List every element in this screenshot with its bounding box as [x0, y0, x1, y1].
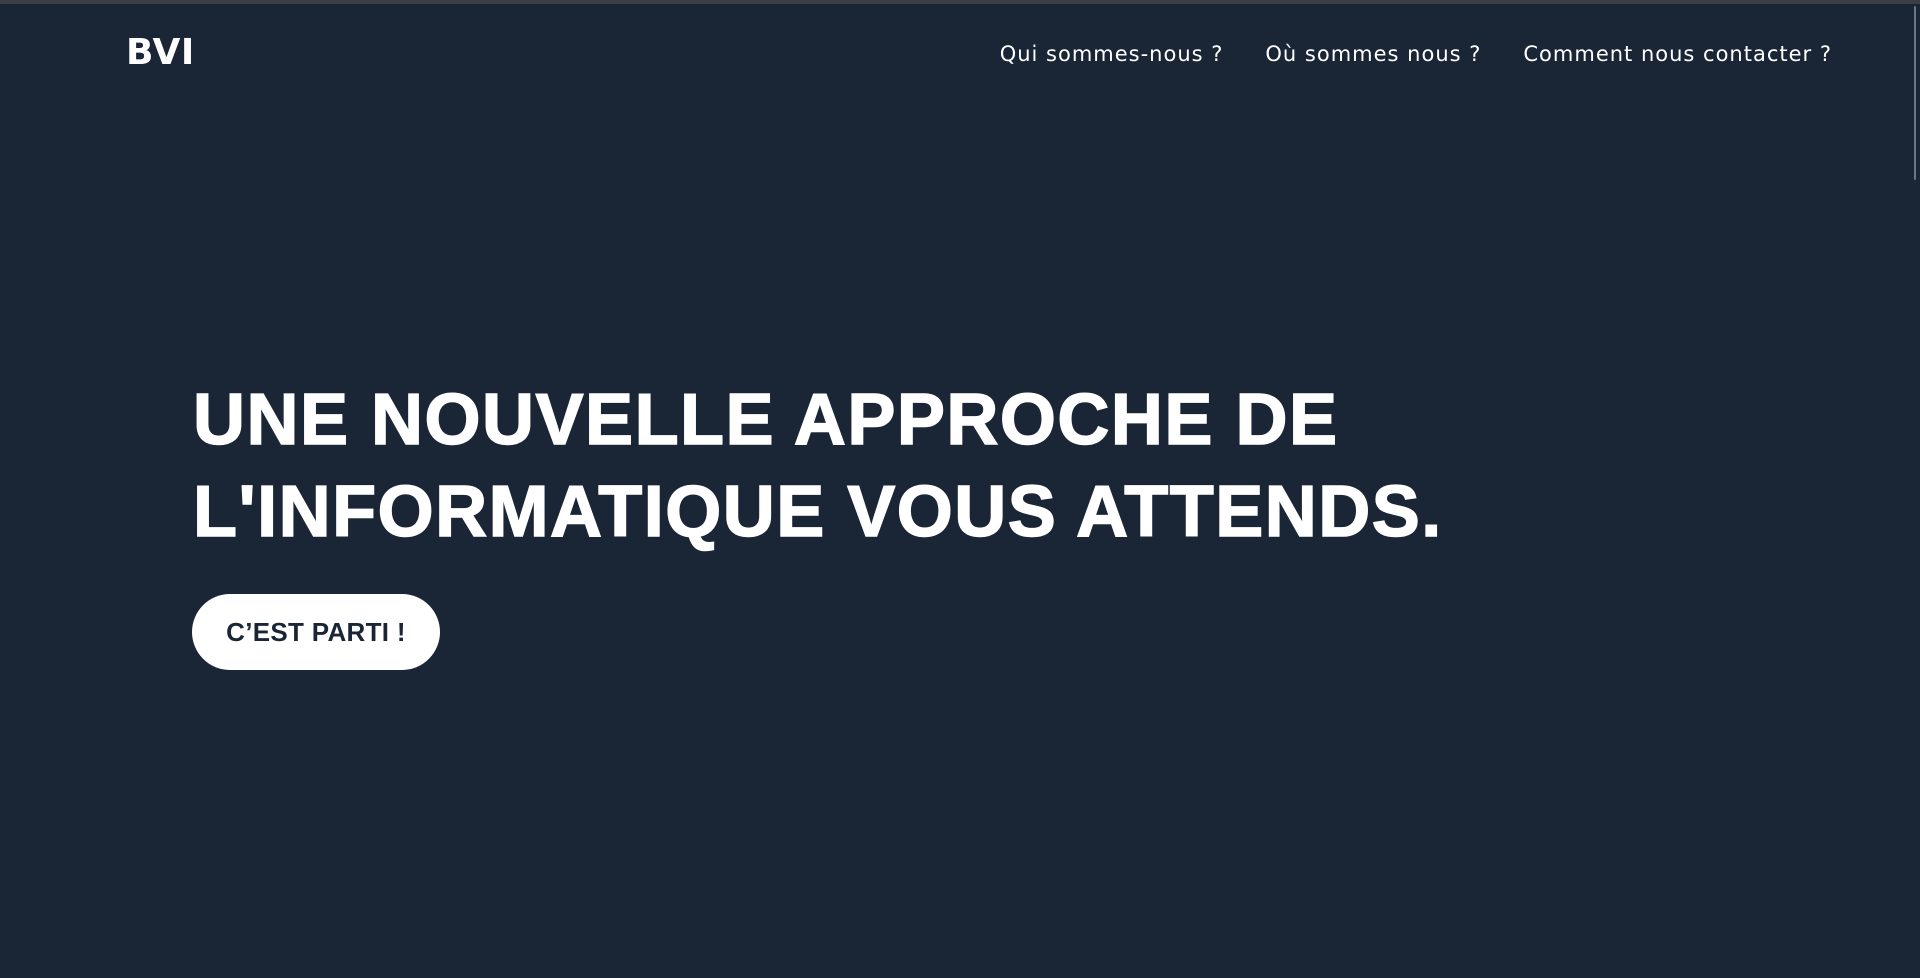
brand-logo[interactable]: BVI [126, 32, 195, 73]
navbar: BVI Qui sommes-nous ? Où sommes nous ? C… [0, 4, 1902, 109]
nav-link-contact[interactable]: Comment nous contacter ? [1523, 42, 1832, 66]
page: BVI Qui sommes-nous ? Où sommes nous ? C… [0, 4, 1902, 978]
nav-link-location[interactable]: Où sommes nous ? [1265, 42, 1481, 66]
scrollbar[interactable] [1902, 4, 1920, 978]
hero-title-line-1: UNE NOUVELLE APPROCHE DE [192, 379, 1339, 461]
hero-title-line-2: L'INFORMATIQUE VOUS ATTENDS. [192, 471, 1443, 553]
hero-section: UNE NOUVELLE APPROCHE DE L'INFORMATIQUE … [192, 374, 1593, 558]
hero-title: UNE NOUVELLE APPROCHE DE L'INFORMATIQUE … [192, 374, 1593, 558]
nav-link-about[interactable]: Qui sommes-nous ? [1000, 42, 1224, 66]
scrollbar-thumb[interactable] [1914, 6, 1916, 180]
cta-button[interactable]: C’EST PARTI ! [192, 594, 440, 670]
nav-links: Qui sommes-nous ? Où sommes nous ? Comme… [1000, 42, 1832, 66]
